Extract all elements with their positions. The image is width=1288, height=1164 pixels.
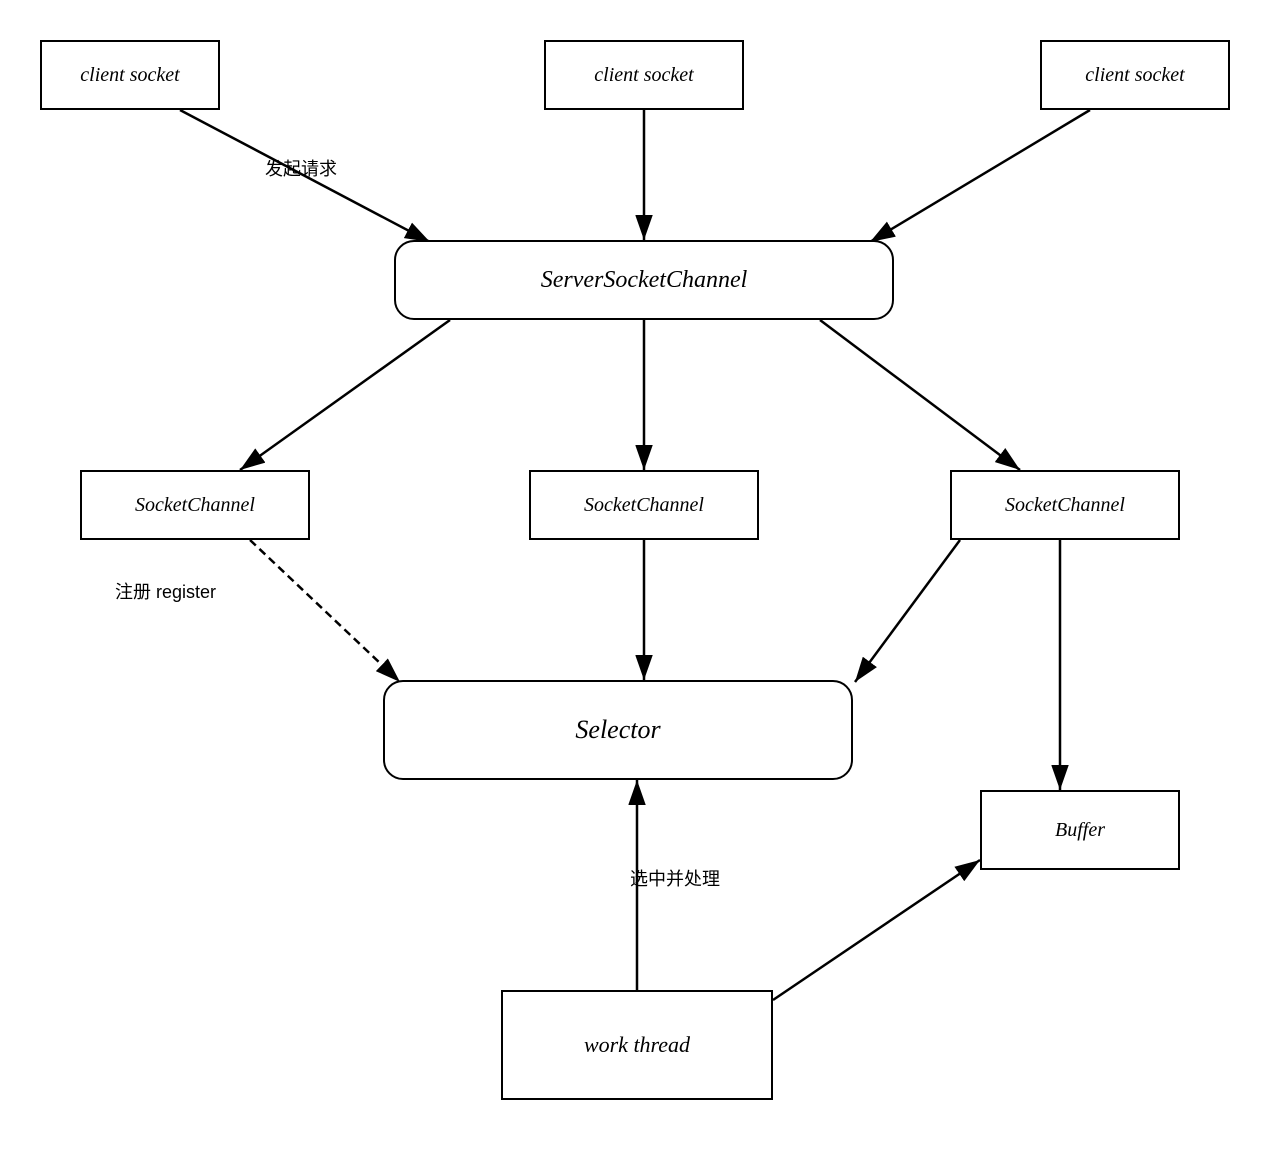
socket-channel-left-box: SocketChannel bbox=[80, 470, 310, 540]
diagram: client socket client socket client socke… bbox=[0, 0, 1288, 1164]
work-thread-box: work thread bbox=[501, 990, 773, 1100]
client-socket-right-label: client socket bbox=[1085, 64, 1184, 87]
client-socket-left-box: client socket bbox=[40, 40, 220, 110]
client-socket-right-box: client socket bbox=[1040, 40, 1230, 110]
fa-qi-qing-qiu-label: 发起请求 bbox=[265, 155, 337, 181]
zhu-ce-register-label: 注册 register bbox=[115, 578, 216, 604]
buffer-box: Buffer bbox=[980, 790, 1180, 870]
client-socket-center-label: client socket bbox=[594, 64, 693, 87]
client-socket-center-box: client socket bbox=[544, 40, 744, 110]
socket-channel-right-label: SocketChannel bbox=[1005, 494, 1125, 517]
buffer-label: Buffer bbox=[1055, 819, 1105, 842]
socket-channel-center-box: SocketChannel bbox=[529, 470, 759, 540]
socket-channel-right-box: SocketChannel bbox=[950, 470, 1180, 540]
socket-channel-center-label: SocketChannel bbox=[584, 494, 704, 517]
server-socket-channel-label: ServerSocketChannel bbox=[541, 267, 748, 294]
selector-box: Selector bbox=[383, 680, 853, 780]
client-socket-left-label: client socket bbox=[80, 64, 179, 87]
work-thread-label: work thread bbox=[584, 1032, 690, 1058]
selector-label: Selector bbox=[575, 715, 660, 745]
xuan-zhong-bing-chu-li-label: 选中并处理 bbox=[630, 865, 720, 891]
socket-channel-left-label: SocketChannel bbox=[135, 494, 255, 517]
server-socket-channel-box: ServerSocketChannel bbox=[394, 240, 894, 320]
